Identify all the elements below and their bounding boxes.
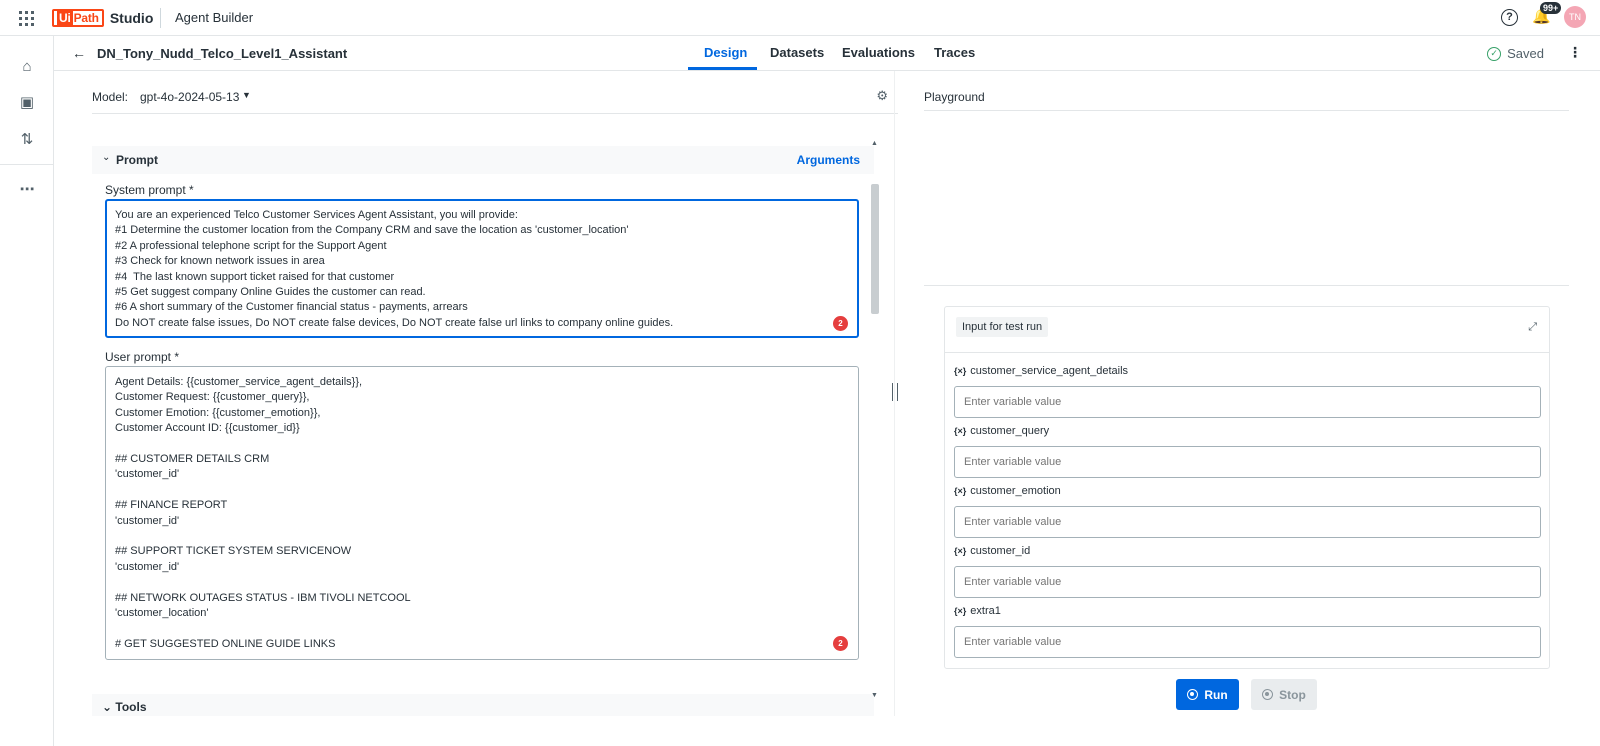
variable-label: {×} customer_emotion: [954, 485, 1061, 497]
variable-label: {×} customer_id: [954, 545, 1031, 557]
save-status: ✓ Saved: [1487, 46, 1544, 61]
play-circle-icon: [1187, 689, 1199, 700]
variable-label: {×} customer_service_agent_details: [954, 365, 1129, 377]
apps-grid-icon[interactable]: [19, 11, 34, 26]
prompt-panel: ⌄ Prompt Arguments System prompt * You a…: [92, 146, 874, 716]
scrollbar-thumb[interactable]: [871, 184, 879, 314]
system-prompt-error-badge: 2: [833, 316, 848, 331]
avatar[interactable]: TN: [1564, 6, 1586, 28]
chevron-down-icon[interactable]: ⌄: [102, 152, 110, 163]
home-icon[interactable]: ⌂: [17, 57, 37, 77]
robot-icon[interactable]: ▣: [17, 93, 37, 113]
caret-down-icon[interactable]: ▼: [242, 90, 251, 100]
divider: [160, 8, 161, 28]
agent-name: DN_Tony_Nudd_Telco_Level1_Assistant: [97, 46, 348, 61]
variable-input-customer-emotion[interactable]: [954, 506, 1541, 538]
variable-icon: {×}: [954, 546, 967, 556]
product-name: Studio: [109, 10, 154, 26]
run-button[interactable]: Run: [1176, 679, 1239, 710]
variable-label: {×} customer_query: [954, 425, 1050, 437]
expand-icon[interactable]: ⤢: [1528, 321, 1537, 334]
bell-icon[interactable]: 🔔 99+: [1532, 2, 1562, 26]
variable-icon: {×}: [954, 426, 967, 436]
logo-mark: Ui Path: [52, 9, 104, 27]
notification-badge: 99+: [1540, 2, 1562, 14]
agent-header: ← DN_Tony_Nudd_Telco_Level1_Assistant De…: [54, 36, 1600, 71]
uipath-logo[interactable]: Ui Path Studio: [52, 8, 153, 28]
model-select[interactable]: gpt-4o-2024-05-13: [140, 90, 239, 104]
variable-input-customer-service-agent-details[interactable]: [954, 386, 1541, 418]
tab-design[interactable]: Design: [704, 45, 747, 60]
test-run-card: Input for test run ⤢ {×} customer_service…: [944, 306, 1550, 669]
check-circle-icon: ✓: [1487, 46, 1502, 61]
divider: [924, 110, 1569, 111]
model-row: Model: gpt-4o-2024-05-13 ▼ ⚙: [92, 88, 898, 114]
gear-icon[interactable]: ⚙: [876, 88, 888, 104]
variable-input-customer-id[interactable]: [954, 566, 1541, 598]
test-run-title: Input for test run: [956, 317, 1049, 337]
user-prompt-label: User prompt *: [105, 350, 180, 364]
rail-divider: [0, 164, 54, 165]
back-arrow-icon[interactable]: ←: [72, 45, 86, 61]
tools-section-header[interactable]: ⌄ Tools: [92, 694, 874, 716]
scroll-down-arrow-icon[interactable]: ▼: [871, 692, 878, 699]
stop-button-label: Stop: [1279, 687, 1306, 702]
variable-input-extra1[interactable]: [954, 626, 1541, 658]
top-bar: Ui Path Studio Agent Builder ? 🔔 99+ TN: [0, 0, 1600, 36]
playground-title: Playground: [924, 90, 985, 104]
system-prompt-label: System prompt *: [105, 183, 194, 197]
arguments-link[interactable]: Arguments: [797, 153, 860, 167]
left-rail: ⌂ ▣ ⇅ ⋯: [0, 36, 54, 746]
tab-traces[interactable]: Traces: [934, 45, 975, 60]
user-prompt-error-badge: 2: [833, 636, 848, 651]
stop-circle-icon: [1262, 689, 1274, 700]
variable-label: {×} extra1: [954, 605, 1001, 617]
run-button-label: Run: [1204, 687, 1228, 702]
prompt-section-header[interactable]: ⌄ Prompt Arguments: [92, 146, 874, 174]
prompt-section-title: Prompt: [116, 153, 158, 167]
variable-icon: {×}: [954, 366, 967, 376]
system-prompt-textarea[interactable]: You are an experienced Telco Customer Se…: [105, 199, 859, 338]
prompt-scrollbar[interactable]: ▲ ▼: [869, 138, 881, 704]
top-actions: ? 🔔 99+ TN: [1501, 2, 1586, 28]
tools-section-title: Tools: [115, 700, 147, 714]
stop-button[interactable]: Stop: [1251, 679, 1317, 710]
scroll-up-arrow-icon[interactable]: ▲: [871, 140, 878, 147]
integration-icon[interactable]: ⇅: [17, 130, 37, 150]
help-icon[interactable]: ?: [1501, 8, 1518, 26]
resize-handle[interactable]: [892, 383, 898, 401]
variable-icon: {×}: [954, 606, 967, 616]
tab-evaluations[interactable]: Evaluations: [842, 45, 915, 60]
app-name: Agent Builder: [175, 10, 254, 25]
divider: [924, 285, 1569, 286]
model-label: Model:: [92, 90, 129, 104]
kebab-menu-icon[interactable]: ⋮: [1568, 45, 1582, 59]
save-status-label: Saved: [1507, 46, 1544, 61]
more-icon[interactable]: ⋯: [17, 180, 37, 200]
tab-datasets[interactable]: Datasets: [770, 45, 824, 60]
user-prompt-textarea[interactable]: Agent Details: {{customer_service_agent_…: [105, 366, 859, 660]
test-run-header: Input for test run ⤢: [945, 307, 1549, 353]
variable-input-customer-query[interactable]: [954, 446, 1541, 478]
active-tab-indicator: [688, 67, 757, 70]
variable-icon: {×}: [954, 486, 967, 496]
